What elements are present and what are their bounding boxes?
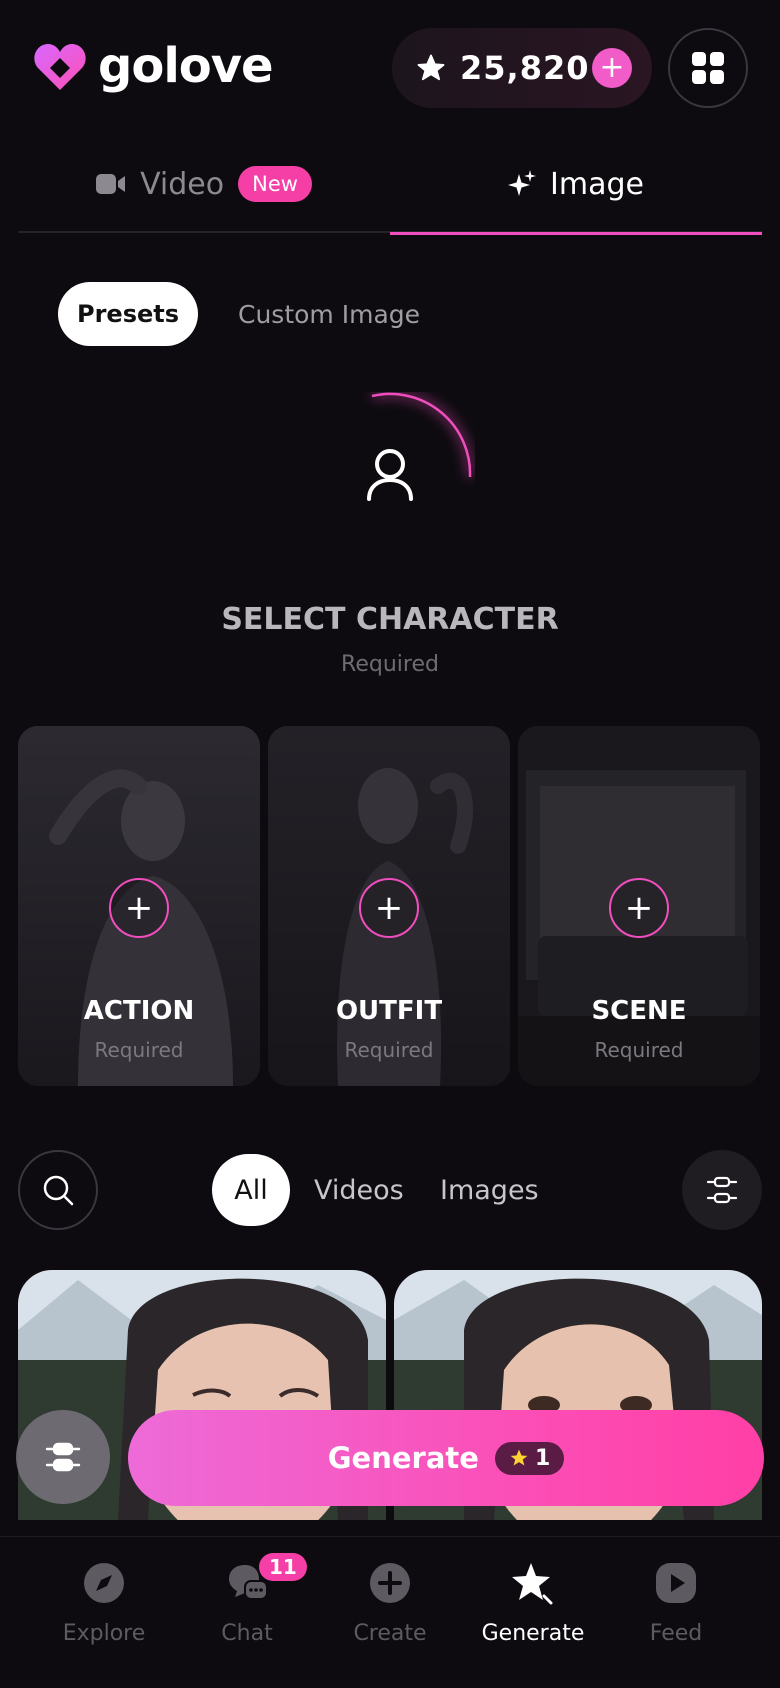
brand-name: golove [98,38,274,94]
filter-videos[interactable]: Videos [314,1154,404,1226]
select-character-required: Required [341,652,439,677]
generation-settings-button[interactable] [16,1410,110,1504]
scene-required: Required [594,1038,684,1062]
search-icon [43,1175,74,1206]
nav-chat[interactable]: 11 Chat [177,1553,317,1646]
select-character-title: SELECT CHARACTER [221,602,559,637]
tab-video-label: Video [140,166,225,202]
chat-unread-badge: 11 [259,1553,307,1581]
sparkle-icon [508,170,537,196]
filter-settings-button[interactable] [682,1150,762,1230]
nav-feed-label: Feed [649,1621,703,1646]
play-icon [656,1563,696,1603]
generate-cost-value: 1 [534,1445,551,1471]
nav-create-label: Create [353,1621,427,1646]
action-label: ACTION [83,996,195,1026]
brand-logo[interactable]: golove [32,38,274,94]
plus-circle-icon [370,1563,410,1603]
action-card[interactable]: + ACTION Required [18,726,260,1086]
credits-pill[interactable]: 25,820 + [392,28,652,108]
tab-image-label: Image [550,166,644,202]
add-action-icon: + [109,878,169,938]
apps-menu-button[interactable] [668,28,748,108]
nav-create[interactable]: Create [320,1561,460,1646]
search-button[interactable] [18,1150,98,1230]
custom-image-tab[interactable]: Custom Image [238,282,420,346]
nav-generate[interactable]: Generate [463,1561,603,1646]
add-outfit-icon: + [359,878,419,938]
tab-video[interactable]: Video New [18,135,390,233]
scene-card[interactable]: + SCENE Required [518,726,760,1086]
new-badge: New [238,166,312,202]
star-icon [510,1449,528,1466]
scene-label: SCENE [591,996,687,1026]
heart-logo-icon [34,44,86,90]
adjust-icon [45,1442,81,1472]
generate-label: Generate [327,1441,479,1475]
filter-all[interactable]: All [212,1154,290,1226]
select-character-button[interactable] [305,392,475,562]
sliders-icon [706,1176,738,1204]
nav-feed[interactable]: Feed [606,1561,746,1646]
filter-images[interactable]: Images [440,1154,539,1226]
bottom-navigation: Explore 11 Chat Create Generate Feed [0,1536,780,1688]
generate-button[interactable]: Generate 1 [128,1410,764,1506]
video-camera-icon [96,174,126,194]
user-icon [367,449,413,501]
nav-explore[interactable]: Explore [34,1561,174,1646]
outfit-card[interactable]: + OUTFIT Required [268,726,510,1086]
credits-value: 25,820 [460,49,590,87]
nav-chat-label: Chat [221,1621,273,1646]
nav-explore-label: Explore [62,1621,146,1646]
grid-icon [692,52,724,84]
add-credits-button[interactable]: + [592,48,632,88]
compass-icon [84,1563,124,1603]
generate-cost-badge: 1 [494,1441,565,1475]
outfit-label: OUTFIT [335,996,443,1026]
app-header: golove 25,820 + [0,0,780,135]
magic-star-icon [512,1563,553,1605]
presets-tab[interactable]: Presets [58,282,198,346]
tab-image[interactable]: Image [390,135,762,235]
main-tabs: Video New Image [18,135,762,235]
action-required: Required [94,1038,184,1062]
nav-generate-label: Generate [481,1621,585,1646]
outfit-required: Required [344,1038,434,1062]
star-icon [417,54,445,81]
add-scene-icon: + [609,878,669,938]
